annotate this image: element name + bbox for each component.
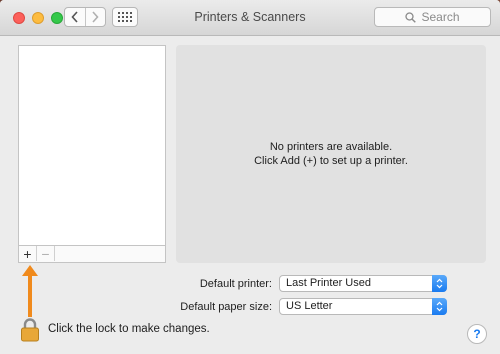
search-icon (405, 11, 417, 23)
printer-list[interactable]: + − (18, 45, 166, 263)
grid-icon (118, 12, 132, 22)
show-all-button[interactable] (112, 7, 138, 27)
printers-scanners-window: Printers & Scanners Search + − No printe… (0, 0, 500, 354)
printer-list-footer: + − (19, 245, 165, 262)
default-paper-label: Default paper size: (180, 301, 272, 313)
lock-message: Click the lock to make changes. (48, 323, 210, 335)
search-placeholder: Search (421, 10, 460, 24)
close-window-button[interactable] (13, 12, 25, 24)
navigation-buttons (64, 7, 106, 27)
back-button[interactable] (65, 8, 85, 26)
window-title: Printers & Scanners (194, 10, 306, 24)
popup-arrows-icon (432, 275, 447, 292)
zoom-window-button[interactable] (51, 12, 63, 24)
default-paper-value: US Letter (286, 300, 333, 312)
search-field[interactable]: Search (374, 7, 491, 27)
chevron-right-icon (92, 11, 99, 23)
chevron-left-icon (71, 11, 78, 23)
default-printer-label: Default printer: (199, 278, 272, 290)
popup-arrows-icon (432, 298, 447, 315)
printer-detail-panel: No printers are available. Click Add (+)… (176, 45, 486, 263)
default-printer-popup[interactable]: Last Printer Used (279, 275, 447, 292)
annotation-arrow-icon (22, 265, 38, 317)
title-bar: Printers & Scanners Search (0, 0, 500, 36)
minimize-window-button[interactable] (32, 12, 44, 24)
add-printer-hint: Click Add (+) to set up a printer. (254, 155, 408, 167)
default-paper-popup[interactable]: US Letter (279, 298, 447, 315)
forward-button[interactable] (84, 8, 106, 26)
lock-icon (21, 318, 39, 342)
remove-printer-button[interactable]: − (37, 246, 55, 261)
help-button[interactable]: ? (467, 324, 487, 344)
lock-button[interactable] (20, 318, 40, 347)
no-printers-message: No printers are available. (269, 141, 393, 153)
add-printer-button[interactable]: + (19, 246, 37, 261)
default-printer-value: Last Printer Used (286, 277, 371, 289)
